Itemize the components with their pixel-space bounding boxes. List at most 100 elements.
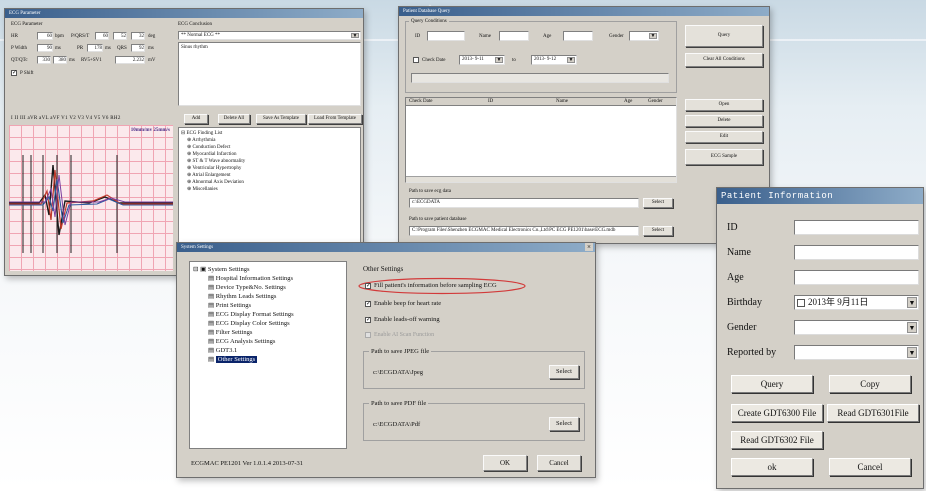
patient-table[interactable]: Check Date ID Name Age Gender	[405, 97, 677, 183]
ok-button[interactable]: ok	[731, 458, 813, 476]
select-jpeg-path-button[interactable]: Select	[549, 365, 579, 379]
checkbox-icon	[365, 331, 371, 338]
birthday-picker[interactable]: 2013年 9月11日 ▼	[794, 295, 919, 310]
qt-field[interactable]: 330	[37, 56, 51, 64]
copy-button[interactable]: Copy	[829, 375, 911, 393]
patient-database-titlebar: Patient Database Query	[399, 7, 769, 16]
tree-item-other[interactable]: ▤ Other Settings	[208, 356, 258, 364]
ecg-sample-button[interactable]: ECG Sample	[685, 149, 763, 165]
chevron-down-icon[interactable]: ▼	[907, 297, 917, 308]
finding-item-label: Ventricular Hypertrophy	[192, 166, 242, 171]
chevron-down-icon[interactable]: ▼	[351, 33, 359, 39]
select-ecg-path-button[interactable]: Select	[643, 198, 673, 208]
finding-item[interactable]: ⊕ ST & T Wave abnormality	[187, 158, 245, 165]
select-database-path-button[interactable]: Select	[643, 226, 673, 236]
tree-root[interactable]: ⊟ ▣ System Settings	[193, 266, 250, 274]
leads-off-warning-checkbox[interactable]: ✓ Enable leads-off warning	[365, 315, 440, 324]
ecg-data-path-field[interactable]: c:\ECGDATA	[409, 198, 639, 208]
qrs-unit: ms	[148, 46, 154, 51]
finding-root[interactable]: ⊟ ECG Finding List	[181, 130, 222, 137]
id-input[interactable]	[427, 31, 465, 41]
column-header-gender[interactable]: Gender	[648, 98, 663, 105]
horizontal-scrollbar[interactable]	[406, 176, 676, 182]
column-header-name[interactable]: Name	[556, 98, 568, 105]
check-date-checkbox[interactable]: Check Date	[413, 57, 445, 64]
create-gdt6300-button[interactable]: Create GDT6300 File	[731, 404, 823, 422]
edit-button[interactable]: Edit	[685, 131, 763, 143]
hr-field[interactable]: 60	[37, 32, 53, 40]
id-input[interactable]	[794, 220, 919, 235]
cancel-button[interactable]: Cancel	[829, 458, 911, 476]
finding-item[interactable]: ⊕ Ventricular Hypertrophy	[187, 165, 241, 172]
load-from-template-button[interactable]: Load From Template	[308, 114, 362, 124]
clear-all-conditions-button[interactable]: Clear All Conditions	[685, 53, 763, 67]
conclusion-combo[interactable]: ** Normal ECG ** ▼	[178, 31, 361, 40]
tree-item-display-format[interactable]: ▤ ECG Display Format Settings	[208, 311, 294, 319]
tree-item-label: ECG Display Format Settings	[215, 311, 294, 318]
age-input[interactable]	[794, 270, 919, 285]
column-header-id[interactable]: ID	[488, 98, 493, 105]
gender-select[interactable]: ▼	[629, 31, 659, 41]
open-button[interactable]: Open	[685, 99, 763, 111]
pr-field[interactable]: 178	[87, 44, 103, 52]
finding-item[interactable]: ⊕ Arrhythmia	[187, 137, 216, 144]
qtc-field[interactable]: 380	[53, 56, 67, 64]
cancel-button[interactable]: Cancel	[537, 455, 581, 471]
finding-item[interactable]: ⊕ Myocardial Infarction	[187, 151, 236, 158]
to-label: to	[512, 58, 516, 63]
date-from-picker[interactable]: 2013- 9-11 ▼	[459, 55, 505, 65]
rv5sv1-field[interactable]: 2.232	[115, 56, 145, 64]
conclusion-textarea[interactable]: Sinus rhythm	[178, 42, 361, 106]
chevron-down-icon[interactable]: ▼	[567, 57, 575, 63]
jpeg-path-label: Path to save JPEG file	[369, 347, 432, 356]
tree-item-filter[interactable]: ▤ Filter Settings	[208, 329, 252, 337]
tree-item-gdt[interactable]: ▤ GDT3.1	[208, 347, 237, 355]
gender-select[interactable]: ▼	[794, 320, 919, 335]
add-button[interactable]: Add	[184, 114, 208, 124]
qrs-axis-field[interactable]: 52	[113, 32, 127, 40]
save-as-template-button[interactable]: Save As Template	[256, 114, 306, 124]
chevron-down-icon[interactable]: ▼	[907, 322, 917, 333]
chevron-down-icon[interactable]: ▼	[649, 33, 657, 39]
p-width-field[interactable]: 90	[37, 44, 53, 52]
chevron-down-icon[interactable]: ▼	[907, 347, 917, 358]
name-input[interactable]	[794, 245, 919, 260]
t-axis-field[interactable]: 32	[131, 32, 145, 40]
reported-by-select[interactable]: ▼	[794, 345, 919, 360]
fill-patient-info-checkbox[interactable]: ✓ Fill patient's information before sampl…	[365, 281, 497, 290]
beep-heart-rate-checkbox[interactable]: ✓ Enable beep for heart rate	[365, 299, 441, 308]
read-gdt6301-button[interactable]: Read GDT6301File	[827, 404, 919, 422]
finding-item[interactable]: ⊕ Abnormal Axis Deviation	[187, 179, 244, 186]
finding-item[interactable]: ⊕ Miscellanies	[187, 186, 218, 193]
age-input[interactable]	[563, 31, 593, 41]
close-icon[interactable]: ×	[585, 243, 593, 251]
database-path-field[interactable]: C:\Program Files\Shenzhen ECGMAC Medical…	[409, 226, 639, 236]
tree-item-device[interactable]: ▤ Device Type&No. Settings	[208, 284, 286, 292]
chevron-down-icon[interactable]: ▼	[495, 57, 503, 63]
tree-item-print[interactable]: ▤ Print Settings	[208, 302, 251, 310]
query-conditions-label: Query Conditions	[409, 18, 449, 25]
finding-item[interactable]: ⊕ Conduction Defect	[187, 144, 230, 151]
qrs-field[interactable]: 92	[131, 44, 145, 52]
p-shift-checkbox[interactable]: ✓ P Shift	[11, 70, 34, 77]
column-header-check-date[interactable]: Check Date	[409, 98, 432, 105]
delete-button[interactable]: Delete	[685, 115, 763, 127]
query-button[interactable]: Query	[685, 25, 763, 47]
ok-button[interactable]: OK	[483, 455, 527, 471]
tree-item-display-color[interactable]: ▤ ECG Display Color Settings	[208, 320, 290, 328]
date-to-picker[interactable]: 2013- 9-12 ▼	[531, 55, 577, 65]
tree-item-hospital[interactable]: ▤ Hospital Information Settings	[208, 275, 293, 283]
checkbox-icon[interactable]	[797, 298, 805, 307]
select-pdf-path-button[interactable]: Select	[549, 417, 579, 431]
name-input[interactable]	[499, 31, 529, 41]
tree-item-rhythm[interactable]: ▤ Rhythm Leads Settings	[208, 293, 276, 301]
query-button[interactable]: Query	[731, 375, 813, 393]
system-settings-titlebar: System Settings ×	[177, 243, 595, 252]
column-header-age[interactable]: Age	[624, 98, 632, 105]
lead-tabs[interactable]: I II III aVR aVL aVF V1 V2 V3 V4 V5 V6 R…	[11, 115, 121, 122]
p-axis-field[interactable]: 60	[95, 32, 109, 40]
delete-all-button[interactable]: Delete All	[218, 114, 250, 124]
finding-item[interactable]: ⊕ Atrial Enlargement	[187, 172, 231, 179]
read-gdt6302-button[interactable]: Read GDT6302 File	[731, 431, 823, 449]
tree-item-analysis[interactable]: ▤ ECG Analysis Settings	[208, 338, 275, 346]
